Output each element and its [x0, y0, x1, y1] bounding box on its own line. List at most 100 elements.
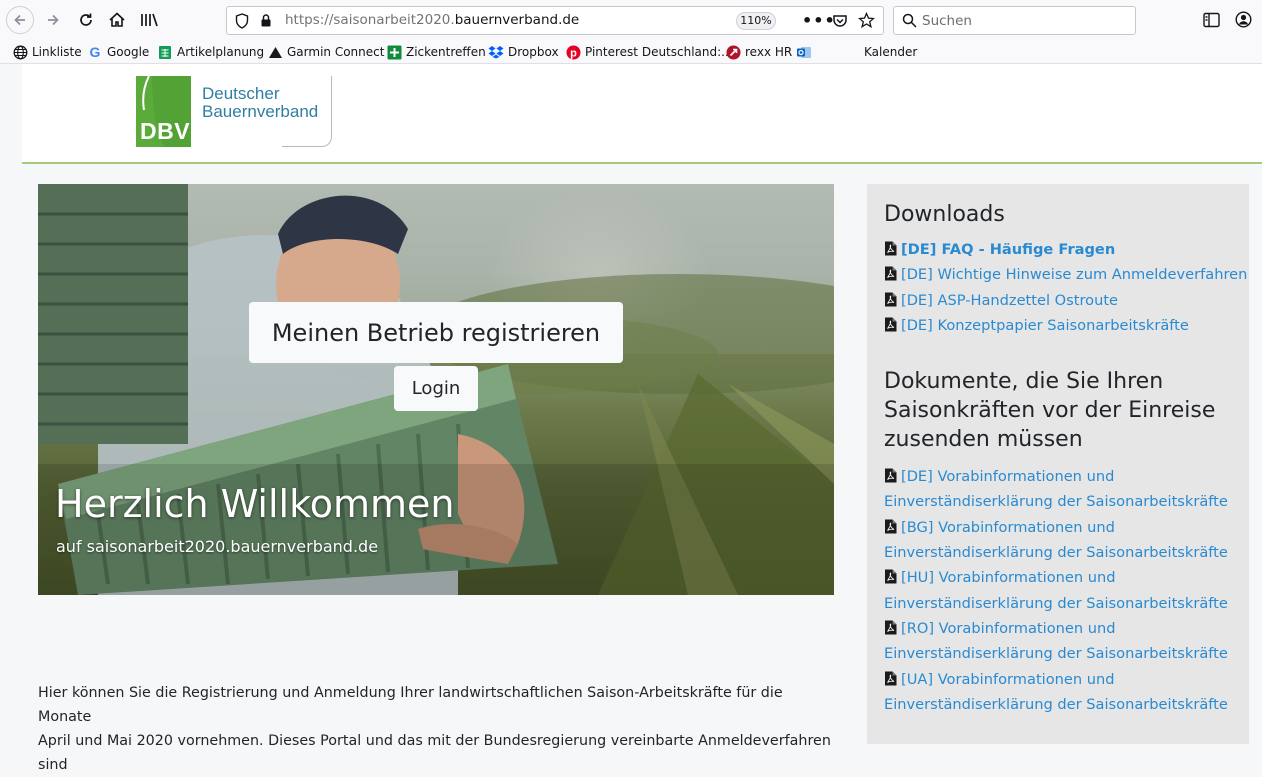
pdf-file-icon: [885, 620, 897, 635]
document-link-line-1: [DE] Vorabinformationen und: [901, 468, 1115, 486]
document-link-ro[interactable]: [RO] Vorabinformationen und Einverständis…: [884, 620, 1228, 662]
intro-line-2: April und Mai 2020 vornehmen. Dieses Por…: [38, 733, 831, 773]
hero-title: Herzlich Willkommen: [55, 482, 455, 526]
browser-toolbar: https://saisonarbeit2020.bauernverband.d…: [0, 0, 1262, 40]
document-link-line-2: Einverständiserklärung der Saisonarbeits…: [884, 544, 1228, 562]
hero-banner: Meinen Betrieb registrieren Login Herzli…: [38, 184, 834, 595]
document-link-de[interactable]: [DE] Vorabinformationen und Einverständis…: [884, 468, 1228, 510]
bookmark-label: Zickentreffen: [406, 45, 486, 59]
bookmark-artikelplanung[interactable]: Artikelplanung: [157, 43, 264, 61]
search-input[interactable]: [922, 12, 1122, 29]
document-link-ua[interactable]: [UA] Vorabinformationen und Einverständis…: [884, 671, 1228, 713]
document-link-line-2: Einverständiserklärung der Saisonarbeits…: [884, 645, 1228, 663]
library-icon: [141, 13, 158, 27]
bookmarks-bar: Linkliste G Google Artikelplanung Garmin…: [0, 40, 1262, 64]
bookmark-garmin-connect[interactable]: Garmin Connect: [267, 43, 384, 61]
url-text: https://saisonarbeit2020.bauernverband.d…: [285, 12, 580, 28]
bookmark-label: Kalender: [864, 45, 918, 59]
downloads-list: [DE] FAQ - Häufige Fragen [DE] Wichtige …: [884, 237, 1249, 338]
pdf-file-icon: [885, 292, 897, 307]
bookmark-rexx-hr[interactable]: rexx HR: [725, 43, 792, 61]
documents-heading-line-1: Dokumente, die Sie Ihren: [884, 369, 1164, 395]
intro-paragraph: Hier können Sie die Registrierung und An…: [38, 681, 838, 777]
bookmark-label: Pinterest Deutschland:...: [585, 45, 733, 59]
documents-heading: Dokumente, die Sie Ihren Saisonkräften v…: [884, 367, 1249, 454]
document-item: [DE] Vorabinformationen und Einverständis…: [884, 464, 1249, 515]
address-bar[interactable]: https://saisonarbeit2020.bauernverband.d…: [226, 6, 884, 35]
zoom-indicator[interactable]: 110%: [736, 12, 776, 30]
download-link-hinweise[interactable]: [DE] Wichtige Hinweise zum Anmeldeverfah…: [901, 266, 1247, 283]
dropbox-icon: [488, 44, 504, 60]
documents-list: [DE] Vorabinformationen und Einverständis…: [884, 464, 1249, 717]
reload-icon: [80, 13, 92, 26]
more-actions-icon[interactable]: •••: [802, 11, 836, 30]
search-icon: [902, 13, 917, 28]
intro-line-1: Hier können Sie die Registrierung und An…: [38, 685, 783, 725]
download-link-asp[interactable]: [DE] ASP-Handzettel Ostroute: [901, 292, 1118, 309]
bookmark-label: Linkliste: [32, 45, 82, 59]
bookmark-star-icon[interactable]: [858, 12, 875, 29]
download-item: [DE] FAQ - Häufige Fragen: [884, 237, 1249, 262]
logo-dbv-text: DBV: [140, 118, 191, 144]
back-arrow-icon: [14, 14, 25, 26]
reload-button[interactable]: [74, 8, 98, 32]
google-icon: G: [89, 44, 101, 60]
pdf-file-icon: [885, 241, 897, 256]
download-item: [DE] ASP-Handzettel Ostroute: [884, 288, 1249, 313]
bookmark-linkliste[interactable]: Linkliste: [12, 43, 82, 61]
document-link-line-2: Einverständiserklärung der Saisonarbeits…: [884, 695, 1228, 713]
outlook-icon: [796, 44, 812, 60]
download-item: [DE] Konzeptpapier Saisonarbeitskräfte: [884, 313, 1249, 338]
pdf-file-icon: [885, 317, 897, 332]
document-link-line-1: [UA] Vorabinformationen und: [901, 670, 1115, 688]
pdf-file-icon: [885, 266, 897, 281]
bookmark-google[interactable]: G Google: [87, 43, 150, 61]
library-button[interactable]: [137, 8, 161, 32]
garmin-icon: [267, 44, 283, 60]
globe-icon: [12, 44, 28, 60]
pinterest-icon: p: [565, 44, 581, 60]
login-button[interactable]: Login: [394, 366, 478, 411]
bookmark-dropbox[interactable]: Dropbox: [488, 43, 559, 61]
bookmark-kalender[interactable]: Kalender: [864, 43, 917, 61]
back-button[interactable]: [6, 6, 34, 34]
document-link-hu[interactable]: [HU] Vorabinformationen und Einverständis…: [884, 569, 1228, 611]
download-item: [DE] Wichtige Hinweise zum Anmeldeverfah…: [884, 262, 1249, 287]
bookmark-zickentreffen[interactable]: Zickentreffen: [386, 43, 486, 61]
home-icon: [109, 12, 125, 27]
dbv-logo[interactable]: DBV Deutscher Bauernverband: [136, 76, 334, 148]
pocket-icon[interactable]: [832, 13, 848, 29]
sidebar: Downloads [DE] FAQ - Häufige Fragen [DE]…: [867, 184, 1249, 744]
document-item: [HU] Vorabinformationen und Einverständis…: [884, 565, 1249, 616]
forward-button[interactable]: [41, 8, 65, 32]
register-business-button[interactable]: Meinen Betrieb registrieren: [249, 302, 623, 363]
document-link-line-1: [HU] Vorabinformationen und: [901, 569, 1116, 587]
pdf-file-icon: [885, 519, 897, 534]
pdf-file-icon: [885, 569, 897, 584]
download-link-konzeptpapier[interactable]: [DE] Konzeptpapier Saisonarbeitskräfte: [901, 317, 1189, 334]
document-link-line-2: Einverständiserklärung der Saisonarbeits…: [884, 493, 1228, 511]
logo-frame: [282, 76, 332, 147]
bookmark-label: rexx HR: [745, 45, 793, 59]
plus-icon: [386, 44, 402, 60]
sidebar-toggle-icon[interactable]: [1203, 12, 1220, 28]
document-item: [BG] Vorabinformationen und Einverständis…: [884, 515, 1249, 566]
bookmark-outlook[interactable]: [796, 43, 816, 61]
svg-text:p: p: [570, 47, 577, 59]
search-box[interactable]: [893, 6, 1136, 35]
document-link-bg[interactable]: [BG] Vorabinformationen und Einverständis…: [884, 519, 1228, 561]
logo-mark: DBV: [136, 76, 191, 147]
download-link-faq[interactable]: [DE] FAQ - Häufige Fragen: [901, 241, 1115, 258]
documents-heading-line-2: Saisonkräften vor der Einreise: [884, 398, 1216, 424]
bookmark-pinterest[interactable]: p Pinterest Deutschland:...: [565, 43, 733, 61]
document-link-line-1: [BG] Vorabinformationen und: [901, 518, 1115, 536]
document-link-line-1: [RO] Vorabinformationen und: [901, 619, 1116, 637]
account-icon[interactable]: [1235, 11, 1252, 28]
shield-icon[interactable]: [235, 13, 249, 29]
bookmark-label: Garmin Connect: [287, 45, 385, 59]
lock-icon[interactable]: [260, 13, 272, 28]
home-button[interactable]: [105, 8, 129, 32]
document-item: [RO] Vorabinformationen und Einverständis…: [884, 616, 1249, 667]
bookmark-label: Google: [107, 45, 150, 59]
bookmark-label: Artikelplanung: [177, 45, 265, 59]
